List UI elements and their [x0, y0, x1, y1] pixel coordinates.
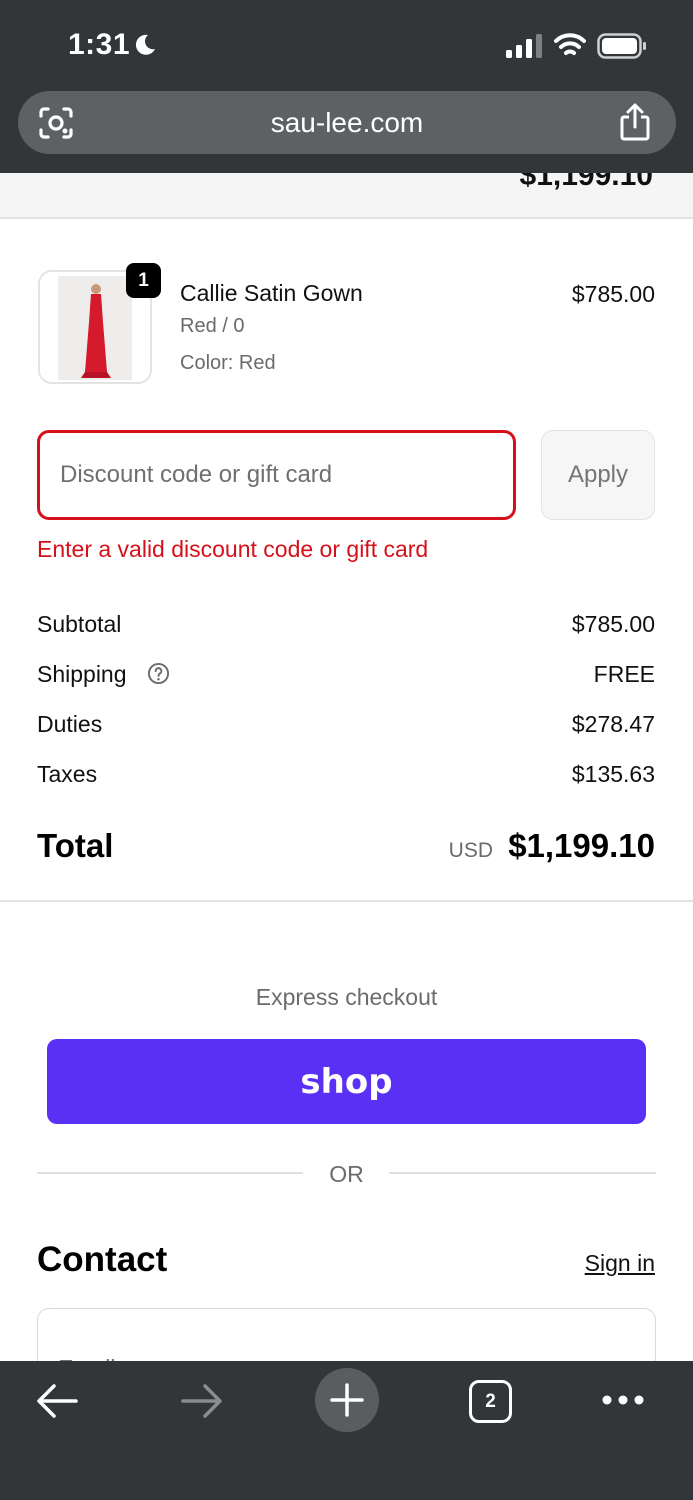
product-variant: Red / 0 — [180, 315, 245, 337]
express-checkout-label: Express checkout — [255, 984, 438, 1010]
product-color: Color: Red — [180, 352, 276, 374]
discount-input[interactable] — [40, 433, 513, 517]
cellular-signal-icon — [506, 34, 542, 58]
taxes-value: $135.63 — [571, 761, 655, 787]
product-price: $785.00 — [571, 281, 655, 307]
shop-pay-button[interactable]: shop — [47, 1039, 646, 1124]
sign-in-link[interactable]: Sign in — [585, 1250, 655, 1277]
discount-field[interactable] — [37, 430, 516, 520]
discount-error-message: Enter a valid discount code or gift card — [37, 536, 429, 562]
browser-top-bar: 1:31 sau-lee.com — [0, 0, 693, 173]
shipping-label: Shipping — [37, 661, 127, 687]
new-tab-button[interactable] — [315, 1368, 379, 1432]
tab-switcher-button[interactable]: 2 — [469, 1380, 512, 1423]
taxes-label: Taxes — [37, 761, 98, 787]
or-separator: OR — [329, 1161, 364, 1187]
more-dots-icon[interactable] — [600, 1390, 646, 1410]
product-name: Callie Satin Gown — [180, 280, 363, 306]
url-text: sau-lee.com — [270, 107, 424, 138]
total-label: Total — [37, 827, 114, 864]
subtotal-label: Subtotal — [37, 611, 122, 637]
order-summary-toggle[interactable]: $1,199.10 — [0, 173, 693, 219]
url-bar[interactable]: sau-lee.com — [18, 91, 676, 154]
plus-icon — [330, 1383, 364, 1417]
or-divider-right — [389, 1172, 656, 1174]
quantity-badge: 1 — [126, 263, 161, 298]
status-time: 1:31 — [68, 28, 131, 61]
total-value: $1,199.10 — [508, 827, 655, 864]
browser-bottom-toolbar: 2 — [0, 1361, 693, 1500]
scrolled-total-fragment: $1,199.10 — [519, 173, 653, 192]
section-divider — [0, 900, 693, 902]
duties-value: $278.47 — [571, 711, 655, 737]
shipping-value: FREE — [593, 661, 655, 687]
share-icon[interactable] — [618, 103, 652, 141]
total-currency: USD — [448, 839, 493, 862]
back-arrow-icon[interactable] — [34, 1381, 80, 1421]
help-circle-icon[interactable] — [147, 662, 170, 685]
duties-label: Duties — [37, 711, 103, 737]
forward-arrow-icon[interactable] — [179, 1381, 225, 1421]
subtotal-value: $785.00 — [571, 611, 655, 637]
moon-icon — [135, 34, 155, 55]
wifi-icon — [554, 33, 586, 55]
battery-icon — [597, 33, 646, 59]
contact-heading: Contact — [37, 1240, 168, 1279]
apply-button[interactable]: Apply — [541, 430, 655, 520]
